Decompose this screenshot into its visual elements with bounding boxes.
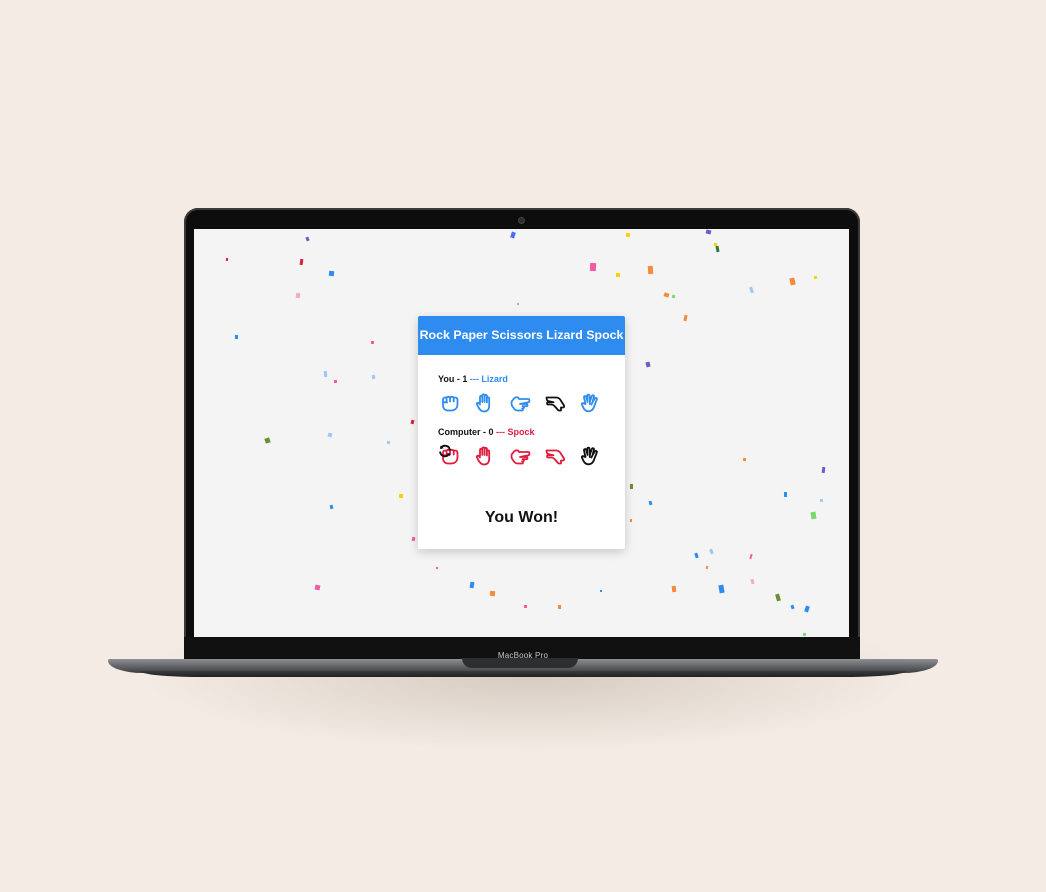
computer-score-line: Computer - 0 --- Spock	[438, 427, 605, 437]
confetti-piece	[789, 277, 796, 286]
confetti-piece	[821, 466, 826, 474]
computer-lizard-button[interactable]	[543, 444, 567, 468]
scissors-icon	[510, 449, 531, 465]
confetti-piece	[629, 518, 633, 523]
laptop-notch	[462, 658, 578, 668]
you-score-line: You - 1 --- Lizard	[438, 374, 605, 384]
you-choice: Lizard	[481, 374, 508, 384]
confetti-piece	[775, 593, 781, 602]
confetti-piece	[435, 566, 439, 570]
spock-icon	[580, 393, 598, 413]
confetti-piece	[750, 578, 755, 585]
confetti-piece	[625, 232, 631, 238]
confetti-piece	[328, 270, 335, 277]
confetti-piece	[804, 605, 810, 613]
you-lizard-button[interactable]	[543, 391, 567, 415]
confetti-piece	[323, 370, 328, 378]
confetti-piece	[819, 498, 824, 503]
game-card: Rock Paper Scissors Lizard Spock You - 1…	[418, 316, 625, 549]
confetti-piece	[299, 258, 304, 266]
you-scissors-button[interactable]	[508, 391, 532, 415]
scissors-icon	[510, 396, 531, 412]
paper-icon	[475, 393, 491, 413]
computer-choice-separator: ---	[496, 427, 506, 437]
confetti-piece	[742, 457, 747, 462]
lizard-icon	[545, 396, 566, 412]
you-spock-button[interactable]	[578, 391, 602, 415]
game-title: Rock Paper Scissors Lizard Spock	[418, 316, 625, 355]
confetti-piece	[694, 552, 699, 559]
confetti-piece	[648, 500, 653, 506]
you-score: You - 1	[438, 374, 468, 384]
confetti-piece	[295, 292, 301, 299]
computer-hand-options	[438, 444, 605, 468]
confetti-piece	[411, 536, 416, 542]
spock-icon	[580, 446, 598, 466]
you-paper-button[interactable]	[473, 391, 497, 415]
confetti-piece	[683, 314, 688, 322]
confetti-piece	[314, 584, 321, 591]
computer-paper-button[interactable]	[473, 444, 497, 468]
confetti-piece	[327, 432, 333, 438]
laptop-base-lip	[140, 671, 906, 677]
screen: Rock Paper Scissors Lizard Spock You - 1…	[194, 229, 849, 637]
confetti-piece	[718, 584, 725, 594]
confetti-piece	[305, 236, 310, 242]
confetti-piece	[749, 553, 753, 560]
computer-spock-button[interactable]	[578, 444, 602, 468]
result-text: You Won!	[484, 509, 559, 526]
confetti-piece	[371, 341, 374, 344]
computer-score: Computer - 0	[438, 427, 494, 437]
confetti-piece	[398, 493, 404, 499]
confetti-piece	[225, 257, 229, 262]
confetti-piece	[371, 374, 376, 380]
confetti-piece	[557, 604, 562, 610]
confetti-piece	[810, 511, 817, 520]
confetti-piece	[790, 604, 795, 610]
you-hand-options	[438, 391, 605, 415]
confetti-piece	[333, 379, 338, 384]
confetti-piece	[813, 275, 818, 280]
lizard-icon	[545, 449, 566, 465]
confetti-piece	[715, 245, 720, 253]
confetti-piece	[645, 361, 651, 368]
confetti-piece	[783, 491, 788, 498]
confetti-piece	[489, 590, 496, 597]
refresh-icon[interactable]	[438, 444, 452, 458]
computer-choice: Spock	[507, 427, 535, 437]
confetti-piece	[671, 585, 677, 593]
confetti-piece	[705, 565, 709, 570]
confetti-piece	[523, 604, 528, 609]
confetti-piece	[589, 262, 597, 272]
confetti-piece	[386, 440, 391, 445]
confetti-piece	[663, 292, 670, 298]
confetti-piece	[510, 231, 516, 239]
confetti-piece	[709, 548, 714, 555]
confetti-piece	[749, 286, 754, 294]
paper-icon	[475, 446, 491, 466]
confetti-piece	[802, 632, 807, 637]
you-rock-button[interactable]	[438, 391, 462, 415]
confetti-piece	[410, 419, 415, 425]
confetti-piece	[629, 483, 634, 490]
confetti-piece	[234, 334, 239, 340]
confetti-piece	[647, 265, 654, 275]
confetti-piece	[615, 272, 621, 278]
you-choice-separator: ---	[469, 374, 479, 384]
confetti-piece	[671, 294, 676, 299]
computer-scissors-button[interactable]	[508, 444, 532, 468]
rock-icon	[442, 395, 459, 412]
confetti-piece	[264, 437, 271, 444]
confetti-piece	[469, 581, 475, 589]
confetti-piece	[705, 229, 712, 235]
confetti-piece	[329, 504, 334, 510]
confetti-piece	[599, 589, 603, 593]
confetti-piece	[516, 302, 520, 306]
camera-icon	[518, 217, 525, 224]
